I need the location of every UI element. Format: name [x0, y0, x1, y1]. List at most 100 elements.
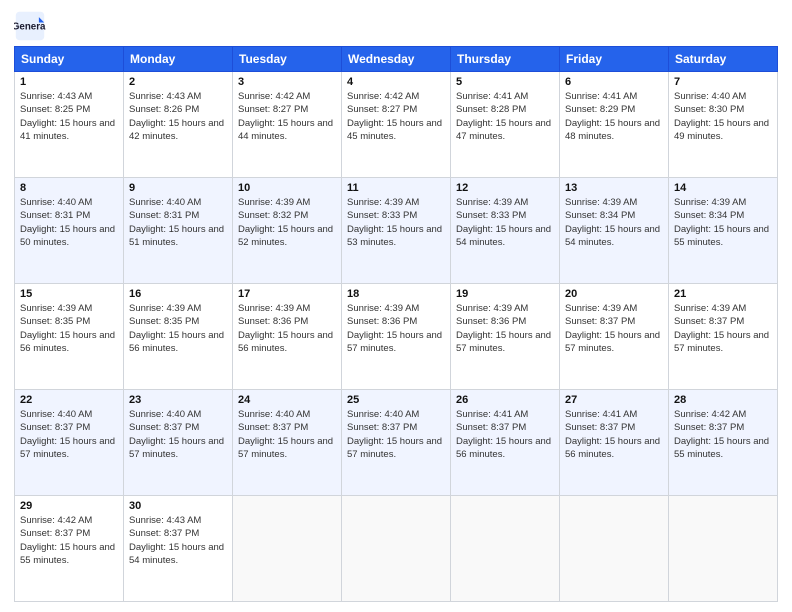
- sunset-label: Sunset: 8:36 PM: [347, 316, 417, 327]
- calendar-cell: 25 Sunrise: 4:40 AM Sunset: 8:37 PM Dayl…: [342, 390, 451, 496]
- day-number: 30: [129, 500, 227, 512]
- daylight-label: Daylight: 15 hours and 55 minutes.: [674, 436, 769, 460]
- sunrise-label: Sunrise: 4:41 AM: [456, 91, 528, 102]
- sunset-label: Sunset: 8:28 PM: [456, 104, 526, 115]
- sunrise-label: Sunrise: 4:39 AM: [456, 303, 528, 314]
- day-number: 23: [129, 394, 227, 406]
- calendar-cell: 17 Sunrise: 4:39 AM Sunset: 8:36 PM Dayl…: [233, 284, 342, 390]
- sunset-label: Sunset: 8:34 PM: [674, 210, 744, 221]
- sunset-label: Sunset: 8:36 PM: [456, 316, 526, 327]
- day-info: Sunrise: 4:41 AM Sunset: 8:37 PM Dayligh…: [456, 408, 554, 461]
- col-header-saturday: Saturday: [669, 47, 778, 72]
- day-number: 27: [565, 394, 663, 406]
- calendar-cell: [233, 496, 342, 602]
- daylight-label: Daylight: 15 hours and 52 minutes.: [238, 224, 333, 248]
- daylight-label: Daylight: 15 hours and 41 minutes.: [20, 118, 115, 142]
- col-header-friday: Friday: [560, 47, 669, 72]
- sunrise-label: Sunrise: 4:40 AM: [20, 409, 92, 420]
- calendar-cell: [342, 496, 451, 602]
- sunrise-label: Sunrise: 4:39 AM: [238, 303, 310, 314]
- day-info: Sunrise: 4:39 AM Sunset: 8:37 PM Dayligh…: [565, 302, 663, 355]
- sunset-label: Sunset: 8:37 PM: [129, 528, 199, 539]
- sunrise-label: Sunrise: 4:39 AM: [238, 197, 310, 208]
- day-number: 20: [565, 288, 663, 300]
- calendar-cell: 21 Sunrise: 4:39 AM Sunset: 8:37 PM Dayl…: [669, 284, 778, 390]
- day-info: Sunrise: 4:39 AM Sunset: 8:34 PM Dayligh…: [565, 196, 663, 249]
- day-number: 28: [674, 394, 772, 406]
- calendar-cell: 12 Sunrise: 4:39 AM Sunset: 8:33 PM Dayl…: [451, 178, 560, 284]
- calendar-cell: 5 Sunrise: 4:41 AM Sunset: 8:28 PM Dayli…: [451, 72, 560, 178]
- sunrise-label: Sunrise: 4:39 AM: [20, 303, 92, 314]
- day-number: 26: [456, 394, 554, 406]
- daylight-label: Daylight: 15 hours and 57 minutes.: [674, 330, 769, 354]
- sunrise-label: Sunrise: 4:39 AM: [347, 197, 419, 208]
- sunrise-label: Sunrise: 4:41 AM: [565, 409, 637, 420]
- daylight-label: Daylight: 15 hours and 56 minutes.: [456, 436, 551, 460]
- sunset-label: Sunset: 8:37 PM: [456, 422, 526, 433]
- col-header-thursday: Thursday: [451, 47, 560, 72]
- sunrise-label: Sunrise: 4:41 AM: [456, 409, 528, 420]
- day-info: Sunrise: 4:42 AM Sunset: 8:27 PM Dayligh…: [238, 90, 336, 143]
- sunrise-label: Sunrise: 4:39 AM: [456, 197, 528, 208]
- calendar-cell: 9 Sunrise: 4:40 AM Sunset: 8:31 PM Dayli…: [124, 178, 233, 284]
- day-info: Sunrise: 4:39 AM Sunset: 8:33 PM Dayligh…: [456, 196, 554, 249]
- day-number: 24: [238, 394, 336, 406]
- day-number: 6: [565, 76, 663, 88]
- daylight-label: Daylight: 15 hours and 56 minutes.: [20, 330, 115, 354]
- day-number: 10: [238, 182, 336, 194]
- sunset-label: Sunset: 8:37 PM: [347, 422, 417, 433]
- sunrise-label: Sunrise: 4:40 AM: [238, 409, 310, 420]
- sunset-label: Sunset: 8:29 PM: [565, 104, 635, 115]
- sunset-label: Sunset: 8:32 PM: [238, 210, 308, 221]
- day-info: Sunrise: 4:39 AM Sunset: 8:37 PM Dayligh…: [674, 302, 772, 355]
- day-number: 4: [347, 76, 445, 88]
- calendar-cell: 26 Sunrise: 4:41 AM Sunset: 8:37 PM Dayl…: [451, 390, 560, 496]
- day-info: Sunrise: 4:40 AM Sunset: 8:31 PM Dayligh…: [20, 196, 118, 249]
- day-info: Sunrise: 4:42 AM Sunset: 8:37 PM Dayligh…: [20, 514, 118, 567]
- daylight-label: Daylight: 15 hours and 54 minutes.: [129, 542, 224, 566]
- sunrise-label: Sunrise: 4:40 AM: [674, 91, 746, 102]
- day-number: 29: [20, 500, 118, 512]
- calendar-cell: 23 Sunrise: 4:40 AM Sunset: 8:37 PM Dayl…: [124, 390, 233, 496]
- week-row-5: 29 Sunrise: 4:42 AM Sunset: 8:37 PM Dayl…: [15, 496, 778, 602]
- calendar-cell: 11 Sunrise: 4:39 AM Sunset: 8:33 PM Dayl…: [342, 178, 451, 284]
- day-number: 25: [347, 394, 445, 406]
- day-number: 15: [20, 288, 118, 300]
- sunrise-label: Sunrise: 4:40 AM: [129, 409, 201, 420]
- sunset-label: Sunset: 8:37 PM: [565, 422, 635, 433]
- sunrise-label: Sunrise: 4:42 AM: [674, 409, 746, 420]
- day-number: 8: [20, 182, 118, 194]
- calendar-cell: 16 Sunrise: 4:39 AM Sunset: 8:35 PM Dayl…: [124, 284, 233, 390]
- calendar-cell: 19 Sunrise: 4:39 AM Sunset: 8:36 PM Dayl…: [451, 284, 560, 390]
- day-number: 12: [456, 182, 554, 194]
- daylight-label: Daylight: 15 hours and 55 minutes.: [674, 224, 769, 248]
- calendar-cell: [669, 496, 778, 602]
- sunset-label: Sunset: 8:37 PM: [565, 316, 635, 327]
- day-info: Sunrise: 4:40 AM Sunset: 8:30 PM Dayligh…: [674, 90, 772, 143]
- day-info: Sunrise: 4:42 AM Sunset: 8:27 PM Dayligh…: [347, 90, 445, 143]
- sunrise-label: Sunrise: 4:39 AM: [565, 303, 637, 314]
- sunset-label: Sunset: 8:33 PM: [456, 210, 526, 221]
- day-info: Sunrise: 4:41 AM Sunset: 8:37 PM Dayligh…: [565, 408, 663, 461]
- sunset-label: Sunset: 8:37 PM: [129, 422, 199, 433]
- sunset-label: Sunset: 8:33 PM: [347, 210, 417, 221]
- calendar-cell: 30 Sunrise: 4:43 AM Sunset: 8:37 PM Dayl…: [124, 496, 233, 602]
- sunset-label: Sunset: 8:37 PM: [238, 422, 308, 433]
- sunrise-label: Sunrise: 4:41 AM: [565, 91, 637, 102]
- daylight-label: Daylight: 15 hours and 57 minutes.: [20, 436, 115, 460]
- daylight-label: Daylight: 15 hours and 57 minutes.: [347, 330, 442, 354]
- daylight-label: Daylight: 15 hours and 45 minutes.: [347, 118, 442, 142]
- sunrise-label: Sunrise: 4:40 AM: [129, 197, 201, 208]
- calendar-cell: 8 Sunrise: 4:40 AM Sunset: 8:31 PM Dayli…: [15, 178, 124, 284]
- day-number: 5: [456, 76, 554, 88]
- calendar-cell: [560, 496, 669, 602]
- calendar-cell: 24 Sunrise: 4:40 AM Sunset: 8:37 PM Dayl…: [233, 390, 342, 496]
- day-number: 13: [565, 182, 663, 194]
- daylight-label: Daylight: 15 hours and 57 minutes.: [565, 330, 660, 354]
- calendar-cell: 18 Sunrise: 4:39 AM Sunset: 8:36 PM Dayl…: [342, 284, 451, 390]
- col-header-tuesday: Tuesday: [233, 47, 342, 72]
- day-info: Sunrise: 4:39 AM Sunset: 8:35 PM Dayligh…: [129, 302, 227, 355]
- sunrise-label: Sunrise: 4:39 AM: [674, 197, 746, 208]
- week-row-4: 22 Sunrise: 4:40 AM Sunset: 8:37 PM Dayl…: [15, 390, 778, 496]
- calendar-cell: 27 Sunrise: 4:41 AM Sunset: 8:37 PM Dayl…: [560, 390, 669, 496]
